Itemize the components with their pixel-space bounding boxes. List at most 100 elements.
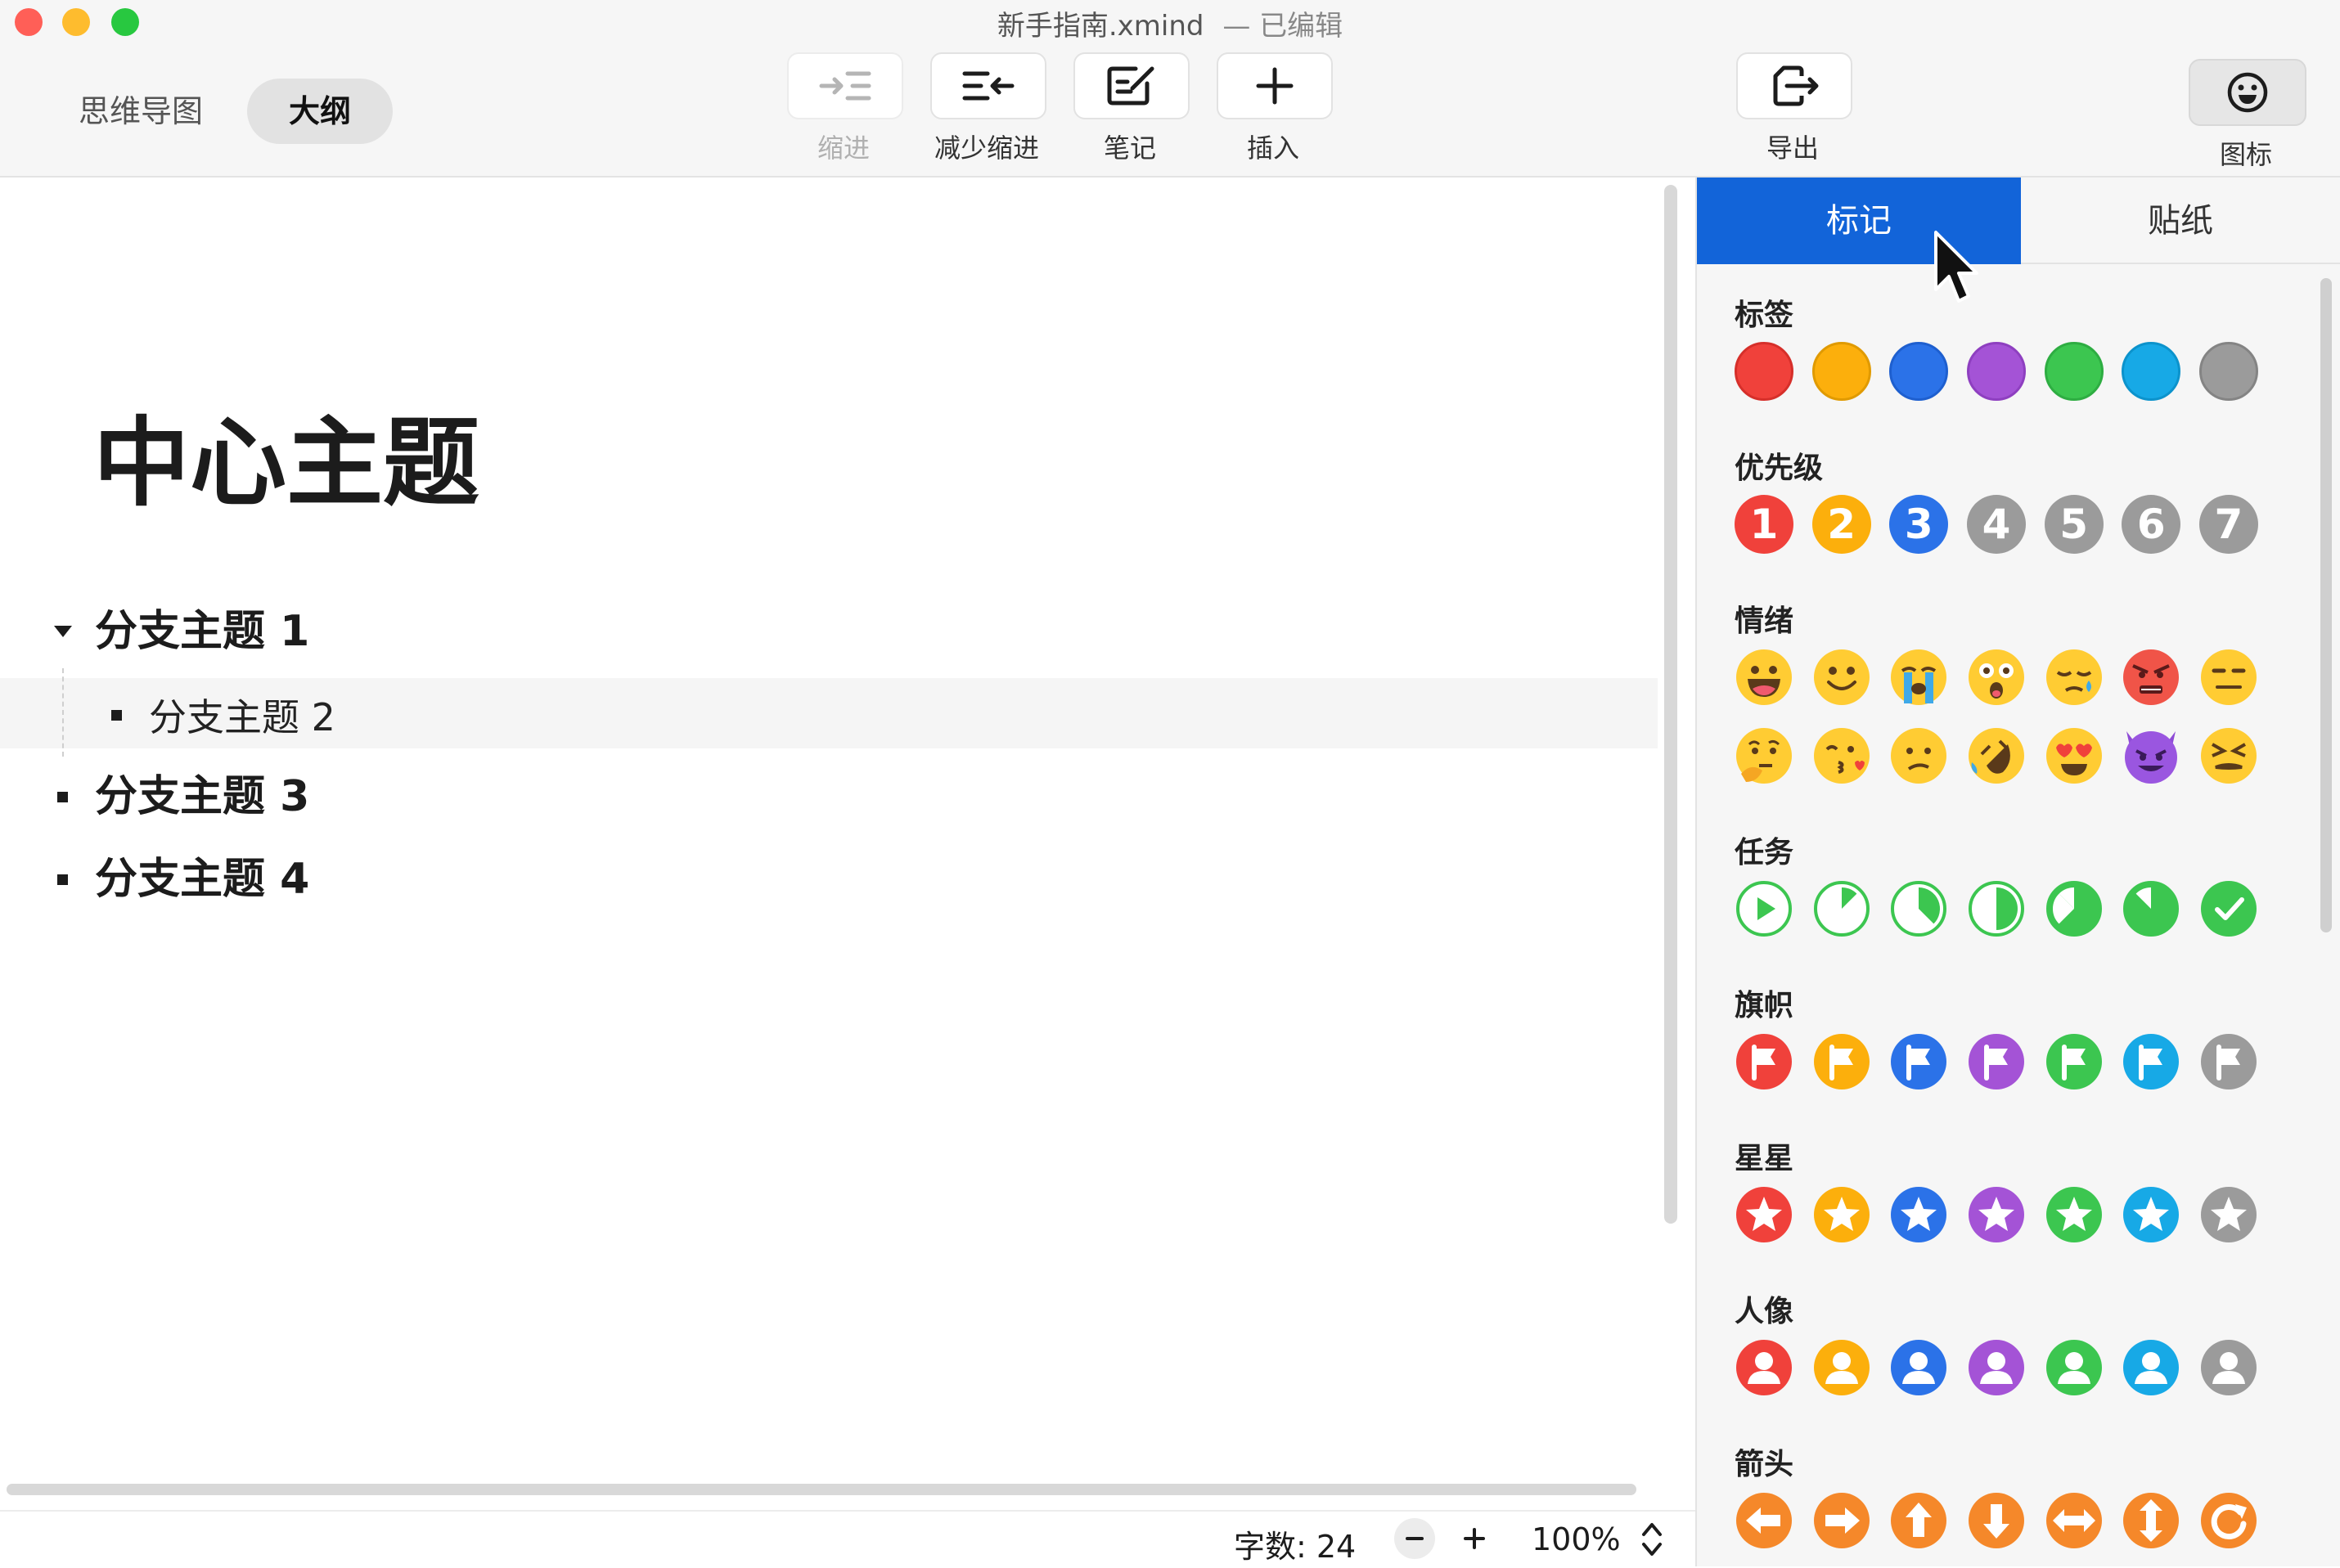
arrow-left-right-icon[interactable] (2045, 1491, 2104, 1550)
central-topic[interactable]: 中心主题 (93, 415, 479, 511)
neutral-face-icon[interactable] (2199, 648, 2258, 707)
star-blue-icon[interactable] (1889, 1185, 1948, 1244)
task-seven-eighths-icon[interactable] (2122, 879, 2180, 938)
star-red-icon[interactable] (1735, 1185, 1793, 1244)
flag-purple-icon[interactable] (1967, 1032, 2026, 1091)
edited-status: — 已编辑 (1222, 10, 1343, 43)
flag-gray-icon[interactable] (2199, 1032, 2258, 1091)
priority-1-icon[interactable]: 1 (1735, 495, 1793, 554)
angry-face-icon[interactable] (2122, 648, 2180, 707)
flag-red-icon[interactable] (1735, 1032, 1793, 1091)
sleepy-face-icon[interactable] (2045, 648, 2104, 707)
task-half-icon[interactable] (1967, 879, 2026, 938)
astonished-face-icon[interactable] (1967, 648, 2026, 707)
tab-outline[interactable]: 大纲 (247, 79, 393, 144)
tag-orange-icon[interactable] (1811, 342, 1871, 401)
task-one-eighth-icon[interactable] (1812, 879, 1871, 938)
indent-button[interactable] (787, 52, 903, 119)
export-icon (1773, 65, 1819, 106)
heart-eyes-face-icon[interactable] (2045, 726, 2104, 785)
section-tags-title: 标签 (1735, 299, 1794, 332)
persevering-face-icon[interactable] (2199, 726, 2258, 785)
zoom-in-button[interactable] (1454, 1518, 1495, 1559)
person-cyan-icon[interactable] (2122, 1338, 2180, 1397)
branch-topic-4[interactable]: 分支主题 4 (95, 844, 309, 905)
tab-mind-map[interactable]: 思维导图 (51, 79, 231, 144)
tab-stickers[interactable]: 贴纸 (2021, 177, 2340, 264)
devil-face-icon[interactable] (2122, 726, 2180, 785)
tag-gray-icon[interactable] (2198, 342, 2258, 401)
priority-4-icon[interactable]: 4 (1966, 495, 2026, 554)
task-three-eighths-icon[interactable] (1889, 879, 1948, 938)
collapse-triangle-icon[interactable] (52, 624, 74, 639)
zoom-stepper-icon[interactable] (1640, 1520, 1664, 1559)
arrow-right-icon[interactable] (1812, 1491, 1871, 1550)
grinning-face-icon[interactable] (1735, 648, 1793, 707)
person-purple-icon[interactable] (1967, 1338, 2026, 1397)
outdent-icon (962, 71, 1015, 101)
priority-5-icon[interactable]: 5 (2044, 495, 2104, 554)
flag-orange-icon[interactable] (1812, 1032, 1871, 1091)
star-green-icon[interactable] (2045, 1185, 2104, 1244)
star-cyan-icon[interactable] (2122, 1185, 2180, 1244)
arrow-up-icon[interactable] (1889, 1491, 1948, 1550)
priority-3-icon[interactable]: 3 (1889, 495, 1949, 554)
outdent-button[interactable] (930, 52, 1046, 119)
person-blue-icon[interactable] (1889, 1338, 1948, 1397)
horizontal-scrollbar[interactable] (7, 1484, 1636, 1495)
confused-face-icon[interactable] (1889, 726, 1948, 785)
panel-scrollbar[interactable] (2320, 278, 2332, 932)
task-done-icon[interactable] (2199, 879, 2258, 938)
vertical-scrollbar[interactable] (1664, 185, 1677, 1224)
zoom-level[interactable]: 100% (1532, 1521, 1621, 1557)
tag-blue-icon[interactable] (1889, 342, 1949, 401)
thinking-face-icon[interactable] (1735, 726, 1793, 785)
icons-label: 图标 (2219, 139, 2272, 170)
tag-cyan-icon[interactable] (2122, 342, 2181, 401)
tag-green-icon[interactable] (2044, 342, 2104, 401)
outline-editor[interactable]: 中心主题 分支主题 1 分支主题 2 分支主题 3 分支主题 4 (0, 177, 1658, 1511)
task-five-eighths-icon[interactable] (2045, 879, 2104, 938)
arrow-down-icon[interactable] (1967, 1491, 2026, 1550)
status-bar: 字数: 24 100% (0, 1510, 1695, 1568)
export-button[interactable] (1736, 52, 1852, 119)
icons-button[interactable] (2189, 59, 2306, 126)
person-gray-icon[interactable] (2199, 1338, 2258, 1397)
arrow-refresh-icon[interactable] (2199, 1491, 2258, 1550)
star-purple-icon[interactable] (1967, 1185, 2026, 1244)
crying-face-icon[interactable] (1889, 648, 1948, 707)
notes-button[interactable] (1073, 52, 1190, 119)
tag-purple-icon[interactable] (1966, 342, 2026, 401)
section-priority-title: 优先级 (1735, 452, 1824, 485)
person-green-icon[interactable] (2045, 1338, 2104, 1397)
flag-cyan-icon[interactable] (2122, 1032, 2180, 1091)
branch-topic-3[interactable]: 分支主题 3 (95, 762, 309, 823)
arrow-left-icon[interactable] (1735, 1491, 1793, 1550)
flag-blue-icon[interactable] (1889, 1032, 1948, 1091)
priority-7-icon[interactable]: 7 (2198, 495, 2258, 554)
person-red-icon[interactable] (1735, 1338, 1793, 1397)
priority-2-icon[interactable]: 2 (1811, 495, 1871, 554)
flag-green-icon[interactable] (2045, 1032, 2104, 1091)
person-orange-icon[interactable] (1812, 1338, 1871, 1397)
tags-row (1735, 342, 2258, 401)
tag-red-icon[interactable] (1735, 342, 1793, 401)
flag-row (1735, 1032, 2258, 1091)
task-row (1735, 879, 2258, 938)
insert-button[interactable] (1217, 52, 1333, 119)
kissing-face-icon[interactable] (1812, 726, 1871, 785)
priority-6-icon[interactable]: 6 (2122, 495, 2181, 554)
toolbar: 新手指南.xmind — 已编辑 思维导图 大纲 缩进 减少缩进 笔记 插入 导… (0, 0, 2340, 177)
zoom-out-button[interactable] (1394, 1518, 1435, 1559)
indent-guide (62, 668, 64, 757)
star-orange-icon[interactable] (1812, 1185, 1871, 1244)
emotion-row-2 (1735, 726, 2258, 785)
smiling-face-icon[interactable] (1812, 648, 1871, 707)
arrow-up-down-icon[interactable] (2122, 1491, 2180, 1550)
subtopic[interactable]: 分支主题 2 (149, 688, 335, 742)
task-start-icon[interactable] (1735, 879, 1793, 938)
branch-topic-1[interactable]: 分支主题 1 (95, 596, 309, 658)
rolling-laughing-face-icon[interactable] (1967, 726, 2026, 785)
plus-icon (1464, 1528, 1485, 1549)
star-gray-icon[interactable] (2199, 1185, 2258, 1244)
